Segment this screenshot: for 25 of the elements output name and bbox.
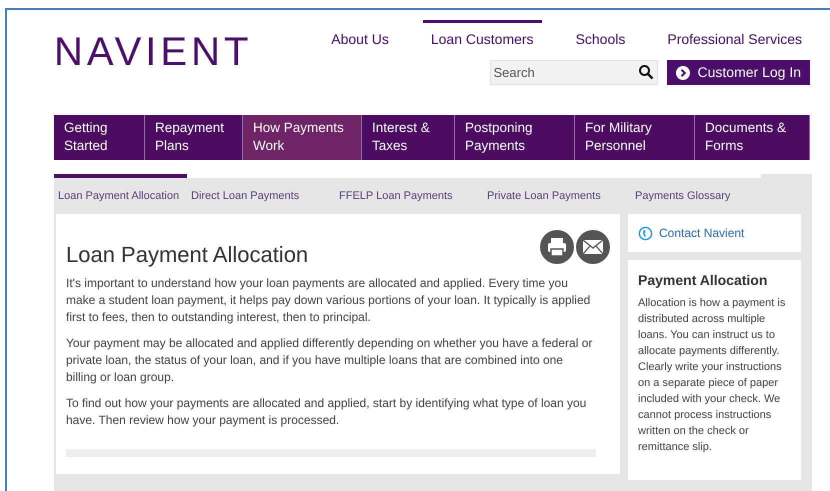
body-paragraph: Your payment may be allocated and applied differently depending on whether you have a federal or private loan, the status of your loan, and if you have multiple loans that are combined into one billing or loan group. xyxy=(66,335,594,386)
info-text: Allocation is how a payment is distributed across multiple loans. You can instruct us to allocate payments differently. Clearly write your instructions on a separate piece of paper included with your check. We cannot process instructions written on the check or remittance slip. xyxy=(638,296,786,455)
arrow-circle-icon xyxy=(676,66,690,80)
print-icon[interactable] xyxy=(540,230,574,264)
main-nav-tab[interactable]: Postponing Payments xyxy=(455,115,575,160)
login-button[interactable]: Customer Log In xyxy=(666,60,810,85)
email-icon[interactable] xyxy=(576,230,610,264)
logo[interactable]: NAVIENT xyxy=(54,30,252,74)
page-title: Loan Payment Allocation xyxy=(66,241,308,269)
search-field[interactable]: Search xyxy=(490,60,658,85)
top-nav-link[interactable]: Loan Customers xyxy=(422,20,542,50)
top-nav-link[interactable]: Schools xyxy=(568,20,634,50)
main-nav-tab[interactable]: How Payments Work xyxy=(243,115,362,160)
search-icon[interactable] xyxy=(638,64,654,80)
main-nav-tab[interactable]: For Military Personnel xyxy=(575,115,695,160)
top-nav-link[interactable]: Professional Services xyxy=(659,20,810,50)
info-title: Payment Allocation xyxy=(638,271,768,290)
top-nav-link[interactable]: About Us xyxy=(323,20,397,50)
main-nav-tab[interactable]: Documents & Forms xyxy=(695,115,810,160)
main-nav-tab[interactable]: Repayment Plans xyxy=(145,115,243,160)
body-paragraph: To find out how your payments are allocated and applied, start by identifying what type of loan you have. Then review how your payment is processed. xyxy=(66,395,588,429)
phone-icon xyxy=(638,226,653,240)
main-nav-tab[interactable]: Interest & Taxes xyxy=(362,115,455,160)
main-nav-tab[interactable]: Getting Started xyxy=(54,115,145,160)
body-paragraph: It's important to understand how your loan payments are allocated and applied. Every time you make a student loan payment, it helps pay down various portions of your loan. It typically is applied first to fees, then to outstanding interest, then to principal. xyxy=(66,275,592,326)
